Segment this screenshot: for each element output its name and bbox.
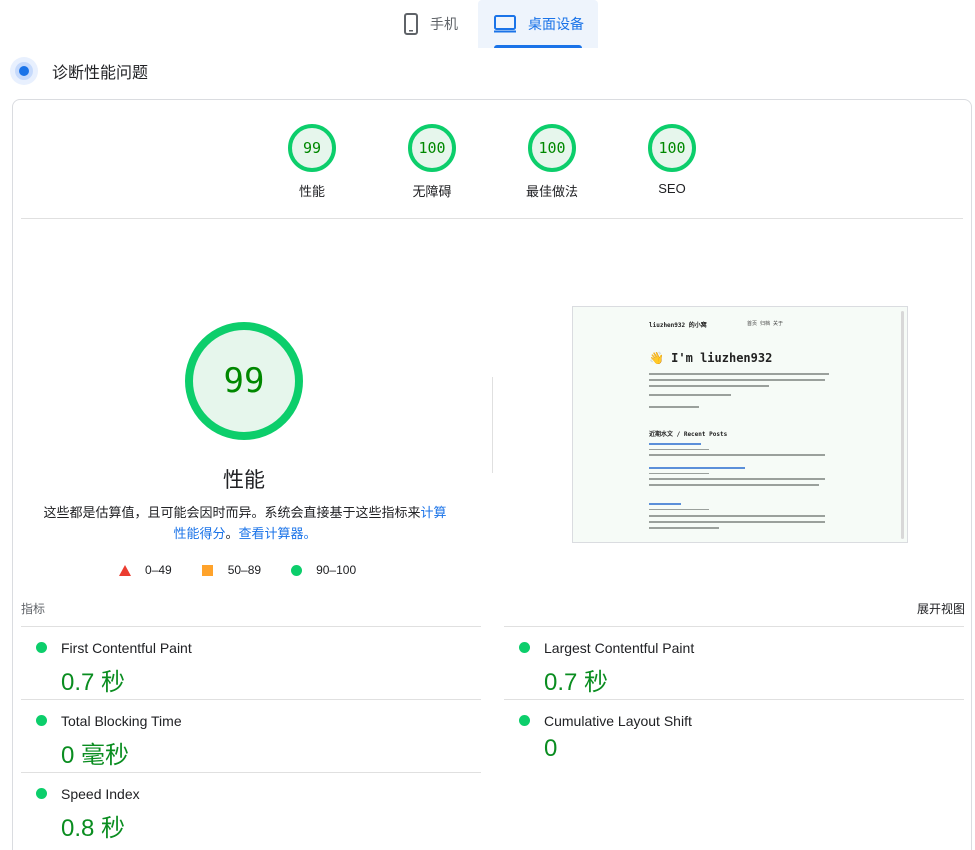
gauge-accessibility-value: 100 <box>408 124 456 172</box>
legend-pass: 90–100 <box>291 563 356 577</box>
tab-mobile-label: 手机 <box>430 16 458 32</box>
metrics-title: 指标 <box>21 602 46 616</box>
score-legend: 0–49 50–89 90–100 <box>119 563 386 577</box>
view-calculator-link[interactable]: 查看计算器。 <box>239 526 317 541</box>
thumbnail-scrollbar <box>901 311 904 539</box>
pass-circle-icon <box>36 715 47 726</box>
metric-lcp-value: 0.7 秒 <box>544 669 609 696</box>
expand-view-toggle[interactable]: 展开视图 <box>917 600 965 617</box>
report-card: 99 性能 100 无障碍 100 最佳做法 100 SEO 99 性能 这些都… <box>12 99 972 850</box>
thumb-post-link <box>649 503 681 505</box>
score-summary: 99 性能 100 无障碍 100 最佳做法 100 SEO <box>13 124 973 204</box>
metric-fcp-value: 0.7 秒 <box>61 669 126 696</box>
metric-si-value: 0.8 秒 <box>61 815 126 842</box>
thumb-text-line <box>649 484 819 486</box>
desktop-icon <box>494 15 516 33</box>
thumb-nav: 首页 归档 关于 <box>747 321 784 327</box>
description-separator: 。 <box>225 526 239 541</box>
pass-circle-icon <box>291 564 303 576</box>
thumb-recent-heading: 近期水文 / Recent Posts <box>649 431 728 438</box>
gauge-accessibility-label: 无障碍 <box>412 184 452 199</box>
metric-lcp: Largest Contentful Paint 0.7 秒 <box>504 626 964 699</box>
lighthouse-icon <box>10 57 38 85</box>
legend-fail: 0–49 <box>119 563 172 577</box>
thumb-text-line <box>649 473 709 474</box>
metric-si: Speed Index 0.8 秒 <box>21 772 481 845</box>
device-tabs: 手机 桌面设备 <box>0 0 975 48</box>
thumb-text-line <box>649 521 825 523</box>
score-divider <box>21 218 963 219</box>
thumb-text-line <box>649 449 709 450</box>
gauge-performance-value: 99 <box>288 124 336 172</box>
performance-title: 性能 <box>223 469 265 492</box>
thumb-text-line <box>649 527 719 529</box>
diagnose-header: 诊断性能问题 <box>10 56 148 86</box>
performance-gauge-large: 99 <box>185 322 303 440</box>
gauge-seo-label: SEO <box>658 181 686 196</box>
thumb-text-line <box>649 394 731 396</box>
thumb-text-line <box>649 509 709 510</box>
gauge-seo[interactable]: 100 SEO <box>627 124 717 196</box>
thumb-text-line <box>649 478 825 480</box>
active-tab-indicator <box>494 45 582 48</box>
fail-triangle-icon <box>119 564 131 576</box>
description-text: 这些都是估算值，且可能会因时而异。系统会直接基于这些指标来 <box>43 505 421 520</box>
thumb-post-link <box>649 443 701 445</box>
diagnose-title: 诊断性能问题 <box>52 65 149 82</box>
average-square-icon <box>201 564 213 576</box>
performance-description: 这些都是估算值，且可能会因时而异。系统会直接基于这些指标来计算性能得分。查看计算… <box>43 502 447 544</box>
thumb-site-title: liuzhen932 的小窝 <box>649 322 707 329</box>
thumb-text-line <box>649 385 769 387</box>
gauge-performance-label: 性能 <box>298 184 325 199</box>
legend-fail-label: 0–49 <box>145 563 172 577</box>
thumb-text-line <box>649 406 699 408</box>
metric-tbt: Total Blocking Time 0 毫秒 <box>21 699 481 772</box>
thumb-post-link <box>649 467 745 469</box>
metrics-header: 指标 展开视图 <box>21 600 965 617</box>
thumb-text-line <box>649 454 825 456</box>
tab-desktop-label: 桌面设备 <box>528 16 584 32</box>
metric-cls-value: 0 <box>544 735 558 762</box>
gauge-best-practices-value: 100 <box>528 124 576 172</box>
metric-tbt-name: Total Blocking Time <box>61 713 182 729</box>
thumb-text-line <box>649 379 825 381</box>
metric-si-name: Speed Index <box>61 786 140 802</box>
metric-fcp-name: First Contentful Paint <box>61 640 192 656</box>
page-screenshot-thumbnail[interactable]: liuzhen932 的小窝 首页 归档 关于 👋 I'm liuzhen932… <box>572 306 908 543</box>
pass-circle-icon <box>519 715 530 726</box>
pass-circle-icon <box>36 642 47 653</box>
legend-pass-label: 90–100 <box>316 563 357 577</box>
thumb-text-line <box>649 515 825 517</box>
gauge-seo-value: 100 <box>648 124 696 172</box>
metric-tbt-value: 0 毫秒 <box>61 742 130 769</box>
gauge-performance[interactable]: 99 性能 <box>267 124 357 200</box>
vertical-divider <box>492 377 493 473</box>
tab-mobile[interactable]: 手机 <box>396 0 476 48</box>
legend-average: 50–89 <box>201 563 262 577</box>
legend-average-label: 50–89 <box>227 563 262 577</box>
metric-cls: Cumulative Layout Shift 0 <box>504 699 964 772</box>
thumb-text-line <box>649 373 829 375</box>
thumb-hello-heading: 👋 I'm liuzhen932 <box>649 351 773 365</box>
phone-icon <box>404 13 418 35</box>
tab-desktop[interactable]: 桌面设备 <box>478 0 598 48</box>
metric-fcp: First Contentful Paint 0.7 秒 <box>21 626 481 699</box>
gauge-best-practices[interactable]: 100 最佳做法 <box>507 124 597 200</box>
pass-circle-icon <box>519 642 530 653</box>
metric-cls-name: Cumulative Layout Shift <box>544 713 692 729</box>
pass-circle-icon <box>36 788 47 799</box>
gauge-best-practices-label: 最佳做法 <box>525 184 578 199</box>
metric-lcp-name: Largest Contentful Paint <box>544 640 695 656</box>
gauge-accessibility[interactable]: 100 无障碍 <box>387 124 477 200</box>
